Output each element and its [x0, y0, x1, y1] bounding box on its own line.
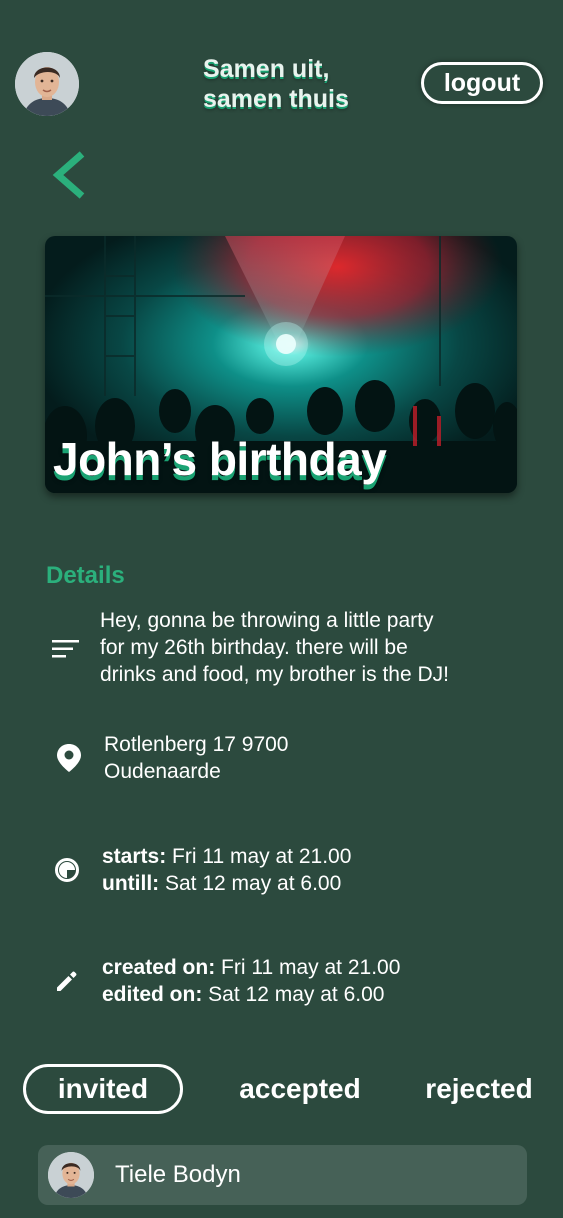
app-title: Samen uit, samen thuis	[203, 54, 403, 114]
details-heading: Details	[46, 562, 125, 589]
event-edit-info: created on: Fri 11 may at 21.00 edited o…	[102, 954, 400, 1008]
back-button[interactable]	[48, 148, 92, 202]
starts-value: Fri 11 may at 21.00	[166, 845, 352, 868]
tab-rejected[interactable]: rejected	[410, 1064, 548, 1114]
address-line-2: Oudenaarde	[104, 760, 221, 783]
text-lines-icon	[52, 640, 79, 658]
until-row: untill: Sat 12 may at 6.00	[102, 870, 351, 897]
created-label: created on:	[102, 956, 216, 979]
event-description: Hey, gonna be throwing a little party fo…	[100, 607, 540, 688]
app-title-line2: samen thuis	[203, 85, 349, 113]
pencil-icon	[57, 971, 77, 991]
description-line-3: drinks and food, my brother is the DJ!	[100, 663, 449, 686]
edited-row: edited on: Sat 12 may at 6.00	[102, 981, 400, 1008]
until-value: Sat 12 may at 6.00	[159, 872, 342, 895]
logout-button[interactable]: logout	[421, 62, 543, 104]
starts-row: starts: Fri 11 may at 21.00	[102, 843, 351, 870]
event-address: Rotlenberg 17 9700 Oudenaarde	[104, 731, 288, 785]
event-title: John’s birthday	[53, 433, 387, 485]
starts-label: starts:	[102, 845, 167, 868]
user-avatar[interactable]	[15, 52, 79, 116]
list-item[interactable]: Tiele Bodyn	[38, 1145, 527, 1205]
created-value: Fri 11 may at 21.00	[215, 956, 401, 979]
chevron-left-icon	[52, 151, 85, 199]
app-title-line1: Samen uit,	[203, 55, 330, 83]
address-line-1: Rotlenberg 17 9700	[104, 733, 289, 756]
event-times: starts: Fri 11 may at 21.00 untill: Sat …	[102, 843, 351, 897]
map-pin-icon	[57, 744, 81, 772]
tab-accepted[interactable]: accepted	[222, 1064, 378, 1114]
edited-value: Sat 12 may at 6.00	[202, 983, 385, 1006]
until-label: untill:	[102, 872, 160, 895]
person-name: Tiele Bodyn	[115, 1161, 241, 1188]
edited-label: edited on:	[102, 983, 203, 1006]
description-line-1: Hey, gonna be throwing a little party	[100, 609, 434, 632]
clock-icon	[55, 858, 79, 882]
tab-invited[interactable]: invited	[23, 1064, 183, 1114]
avatar	[48, 1152, 94, 1198]
description-line-2: for my 26th birthday. there will be	[100, 636, 408, 659]
event-hero-card: John’s birthday	[45, 236, 517, 493]
created-row: created on: Fri 11 may at 21.00	[102, 954, 400, 981]
